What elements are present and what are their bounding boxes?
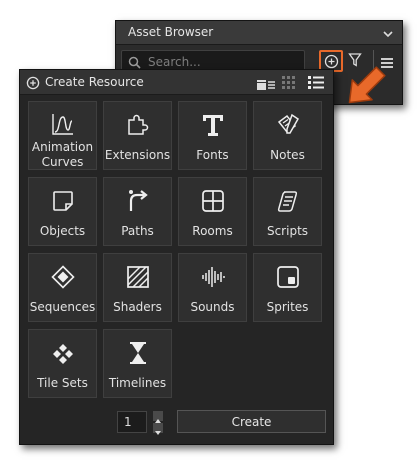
tile-extensions[interactable]: Extensions (103, 101, 172, 170)
sprite-icon (254, 265, 321, 293)
tile-paths[interactable]: Paths (103, 177, 172, 246)
tile-animation-curves[interactable]: Animation Curves (28, 101, 97, 170)
tile-label: Sprites (266, 300, 309, 314)
tile-scripts[interactable]: Scripts (253, 177, 322, 246)
pointer-arrow-icon (348, 66, 386, 104)
chevron-down-icon[interactable] (382, 25, 394, 44)
curve-icon (29, 113, 96, 139)
search-icon (128, 56, 141, 69)
folder-view-icon[interactable] (257, 76, 275, 95)
add-circle-icon (26, 75, 40, 94)
room-icon (179, 189, 246, 217)
create-resource-title: Create Resource (45, 75, 144, 89)
tile-tile-sets[interactable]: Tile Sets (28, 329, 97, 398)
sequence-icon (29, 265, 96, 293)
tile-fonts[interactable]: Fonts (178, 101, 247, 170)
decrement-button[interactable] (153, 423, 163, 435)
create-resource-panel: Create Resource Animation Curves Extensi… (19, 69, 334, 445)
list-view-icon[interactable] (308, 75, 324, 94)
sound-icon (179, 265, 246, 293)
puzzle-icon (104, 113, 171, 141)
tile-label: Sounds (190, 300, 235, 314)
create-button[interactable]: Create (177, 410, 326, 433)
tile-label: Shaders (113, 300, 162, 314)
tile-label: Scripts (266, 224, 309, 238)
tile-sprites[interactable]: Sprites (253, 253, 322, 322)
script-icon (254, 189, 321, 217)
search-input[interactable] (148, 54, 298, 70)
tile-timelines[interactable]: Timelines (103, 329, 172, 398)
tile-objects[interactable]: Objects (28, 177, 97, 246)
tile-label: Notes (270, 148, 305, 162)
object-icon (29, 189, 96, 217)
timeline-icon (104, 341, 171, 369)
tile-label: Extensions (104, 148, 171, 162)
chevron-down-icon (155, 431, 161, 435)
tile-label: Animation Curves (31, 140, 94, 169)
asset-browser-titlebar: Asset Browser (116, 21, 402, 45)
tile-label: Fonts (196, 148, 229, 162)
tile-sequences[interactable]: Sequences (28, 253, 97, 322)
tile-label: Timelines (108, 376, 167, 390)
font-icon (179, 113, 246, 141)
tileset-icon (29, 341, 96, 369)
asset-browser-title: Asset Browser (128, 25, 214, 39)
quantity-input[interactable]: 1 (117, 411, 147, 433)
add-circle-icon (324, 54, 339, 69)
quantity-stepper[interactable]: 1 (117, 411, 163, 435)
tile-notes[interactable]: Notes (253, 101, 322, 170)
tile-sounds[interactable]: Sounds (178, 253, 247, 322)
tile-label: Rooms (192, 224, 233, 238)
tile-label: Tile Sets (37, 376, 88, 390)
shader-icon (104, 265, 171, 293)
create-resource-header: Create Resource (20, 70, 333, 95)
tile-label: Objects (39, 224, 86, 238)
grid-view-icon[interactable] (282, 75, 296, 94)
tile-shaders[interactable]: Shaders (103, 253, 172, 322)
tile-label: Paths (121, 224, 154, 238)
path-icon (104, 189, 171, 217)
tile-rooms[interactable]: Rooms (178, 177, 247, 246)
notes-icon (254, 113, 321, 141)
tile-label: Sequences (29, 300, 96, 314)
increment-button[interactable] (153, 411, 163, 423)
